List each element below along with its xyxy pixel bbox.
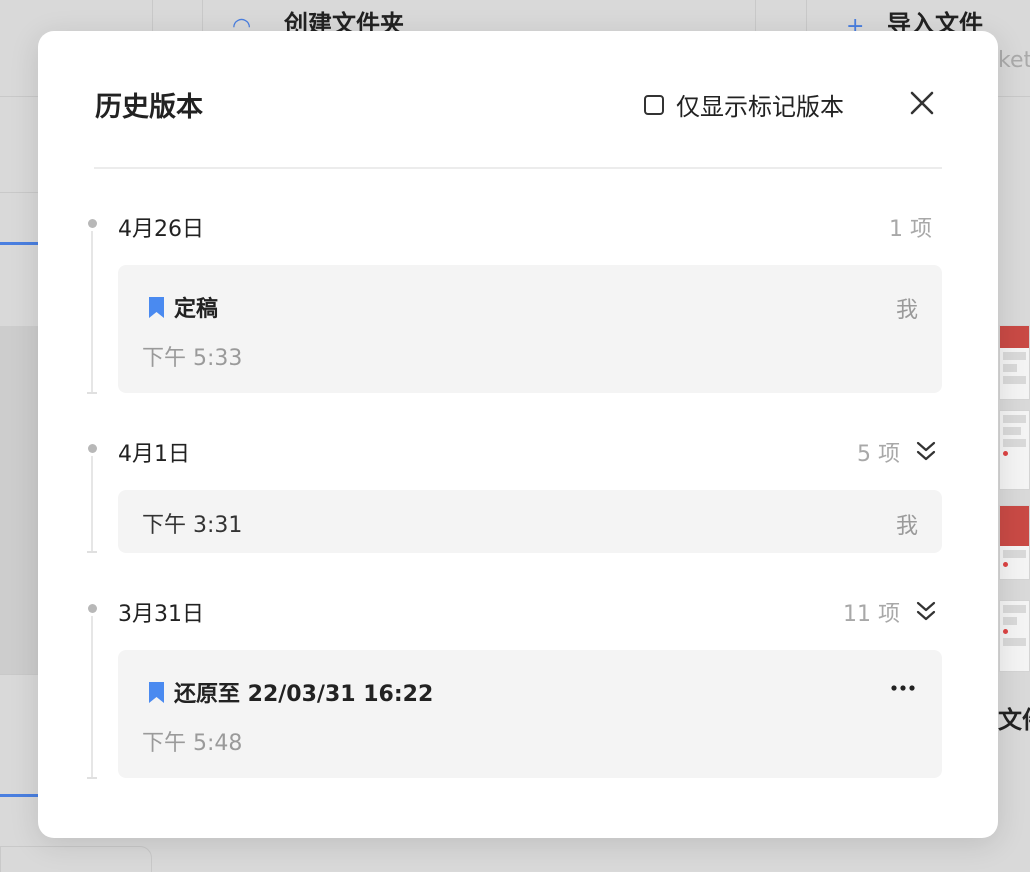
bg-subtitle-fragment: ket [998,48,1030,73]
group-count: 1 项 [889,217,932,242]
timeline-dot [88,604,97,613]
bookmark-icon [149,296,164,318]
file-thumbnail [999,600,1030,672]
timeline-end [87,392,97,394]
timeline-end [87,777,97,779]
timeline-line [91,456,93,552]
bg-tab [0,846,152,872]
version-item[interactable]: 下午 3:31 我 [118,490,942,553]
history-versions-dialog: 历史版本 仅显示标记版本 4月26日 1 项 定稿 我 下午 5:33 4月1日… [38,31,998,838]
version-title: 定稿 [148,291,218,323]
file-thumbnail [999,325,1030,400]
bg-active-indicator [0,794,40,797]
version-author: 我 [895,514,918,539]
bg-divider [0,192,40,193]
version-time: 下午 5:48 [142,731,243,756]
expand-chevron-icon[interactable] [915,439,937,463]
bg-divider [998,96,1030,97]
close-icon[interactable] [908,89,936,117]
version-title-text: 定稿 [174,297,219,322]
marked-only-filter[interactable]: 仅显示标记版本 [644,87,844,122]
group-date: 4月26日 [118,217,204,242]
version-time: 下午 3:31 [142,513,243,538]
version-author: 我 [895,298,918,323]
group-date: 3月31日 [118,602,204,627]
group-count: 11 项 [843,602,900,627]
file-thumbnail [999,505,1030,580]
bookmark-icon [149,681,164,703]
version-item[interactable]: 还原至 22/03/31 16:22 下午 5:48 [118,650,942,778]
header-divider [94,167,942,169]
marked-only-label: 仅显示标记版本 [676,93,844,121]
bg-active-indicator [0,242,40,245]
bg-divider [0,674,40,675]
more-options-icon[interactable] [890,684,916,692]
bg-divider [0,96,40,97]
timeline-line [91,616,93,778]
bg-panel [0,326,40,674]
file-thumbnail [999,410,1030,490]
expand-chevron-icon[interactable] [915,599,937,623]
group-date: 4月1日 [118,442,190,467]
timeline-dot [88,219,97,228]
version-time: 下午 5:33 [142,346,243,371]
timeline-dot [88,444,97,453]
bg-file-label-fragment: 文件 [998,706,1030,734]
version-title: 还原至 22/03/31 16:22 [148,676,433,708]
timeline-line [91,231,93,393]
group-count: 5 项 [857,442,900,467]
dialog-title: 历史版本 [95,92,203,123]
timeline-end [87,551,97,553]
version-title-text: 还原至 22/03/31 16:22 [174,682,434,707]
marked-only-checkbox[interactable] [644,94,664,115]
version-item[interactable]: 定稿 我 下午 5:33 [118,265,942,393]
